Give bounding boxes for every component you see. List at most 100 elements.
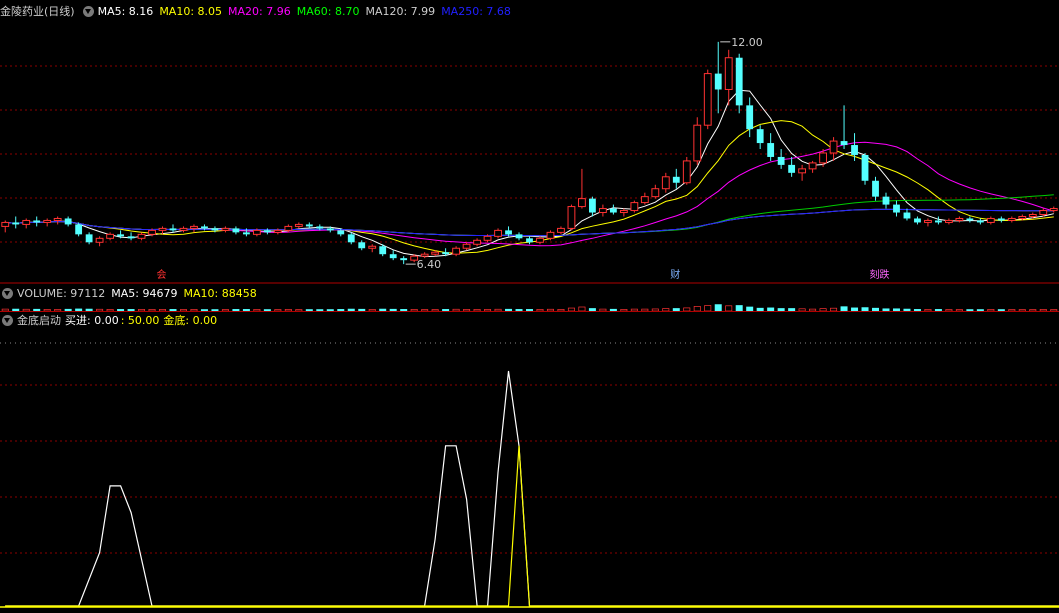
candle-body — [75, 224, 83, 235]
candle-body — [746, 105, 754, 130]
volume-bar — [756, 307, 764, 312]
volume-bar — [987, 309, 995, 312]
volume-label: VOLUME: 97112 — [17, 286, 106, 300]
volume-bar — [505, 308, 513, 312]
candle-body — [777, 156, 785, 165]
candle-body — [619, 210, 628, 214]
event-marker: 会 — [157, 268, 167, 281]
candle-body — [735, 57, 743, 106]
volume-bar — [913, 309, 921, 312]
high-price-label: 12.00 — [731, 36, 763, 49]
candle-body — [316, 226, 324, 229]
candle-body — [505, 230, 512, 235]
candle-body — [431, 251, 440, 255]
volume-bar — [1039, 309, 1047, 312]
candle-body — [452, 247, 461, 255]
volume-bar — [714, 304, 722, 312]
volume-bar — [788, 308, 796, 312]
volume-bar — [851, 307, 859, 312]
volume-bar — [1029, 309, 1037, 312]
candle-body — [127, 236, 135, 239]
candle-body — [997, 218, 1005, 221]
candle-body — [400, 258, 408, 261]
candle-body — [714, 73, 722, 90]
volume-bar — [1050, 309, 1058, 312]
volume-bar — [872, 307, 880, 312]
candle-body — [95, 237, 104, 243]
collapse-icon[interactable] — [2, 287, 13, 299]
candle-body — [598, 208, 607, 214]
volume-bar — [945, 309, 953, 312]
candle-body — [252, 229, 261, 235]
volume-bar — [861, 307, 869, 312]
candle-body — [294, 223, 303, 227]
volume-bar — [924, 309, 932, 312]
candle-body — [358, 242, 366, 249]
ma250-label: MA250: 7.68 — [441, 4, 511, 18]
buy-signal-line — [5, 370, 1059, 607]
candle-body — [137, 233, 146, 239]
volume-bar — [546, 308, 554, 312]
volume-bar — [830, 307, 838, 312]
candle-body — [169, 228, 177, 231]
candle-body — [242, 232, 250, 235]
volume-bar — [473, 309, 481, 312]
volume-bar — [903, 308, 911, 312]
volume-bar — [892, 308, 900, 312]
volume-ma5-label: MA5: 94679 — [111, 286, 178, 300]
volume-bar — [798, 308, 806, 312]
candle-body — [819, 152, 827, 164]
volume-bar — [777, 308, 785, 312]
candle-body — [117, 234, 124, 237]
volume-bar — [746, 306, 754, 312]
volume-bar — [620, 309, 628, 312]
candle-body — [22, 219, 31, 225]
candle-body — [1049, 208, 1058, 212]
volume-bar — [526, 309, 533, 312]
volume-bar — [410, 309, 418, 312]
candle-body — [211, 228, 219, 231]
ma60-label: MA60: 8.70 — [296, 4, 360, 18]
volume-bar — [704, 305, 712, 312]
candle-body — [589, 198, 596, 213]
candle-body — [882, 196, 890, 205]
ma5-label: MA5: 8.16 — [97, 4, 154, 18]
candle-body — [672, 176, 680, 183]
collapse-icon[interactable] — [82, 5, 94, 17]
volume-bar — [253, 309, 261, 312]
buy-label: 买进: 0.00 — [65, 314, 119, 327]
ref-label: : 50.00 — [120, 313, 160, 327]
candle-body — [724, 57, 733, 90]
candlestick-chart: 12.00 6.40 会 财 刻跌 — [0, 36, 1059, 284]
candle-body — [12, 222, 20, 225]
ma120-label: MA120: 7.99 — [365, 4, 436, 18]
bottom-label: 金底: 0.00 — [163, 314, 218, 327]
candle-body — [1, 221, 10, 227]
candle-body — [630, 202, 639, 212]
candle-body — [33, 220, 41, 223]
volume-bar — [557, 309, 565, 312]
volume-bar — [305, 309, 313, 312]
candle-body — [483, 235, 492, 241]
indicator-header: 金底启动 买进: 0.00 : 50.00 金底: 0.00 — [0, 311, 223, 329]
candle-body — [347, 234, 355, 243]
volume-bar — [672, 308, 680, 312]
volume-bar — [400, 309, 408, 312]
volume-bar — [389, 308, 397, 312]
candle-body — [640, 196, 649, 204]
stock-title: 金陵药业(日线) — [0, 5, 75, 18]
collapse-icon[interactable] — [2, 314, 13, 326]
volume-ma10-label: MA10: 88458 — [183, 286, 257, 300]
volume-bar — [630, 308, 638, 312]
candle-body — [914, 218, 921, 223]
volume-bar — [809, 308, 817, 312]
candle-body — [190, 225, 198, 229]
volume-bar — [536, 309, 544, 312]
volume-bar — [578, 306, 586, 312]
candle-body — [578, 198, 586, 208]
candle-body — [976, 220, 984, 223]
volume-bar — [1008, 309, 1016, 312]
volume-bar — [641, 308, 649, 312]
candle-body — [305, 224, 313, 227]
volume-bar — [379, 308, 387, 312]
